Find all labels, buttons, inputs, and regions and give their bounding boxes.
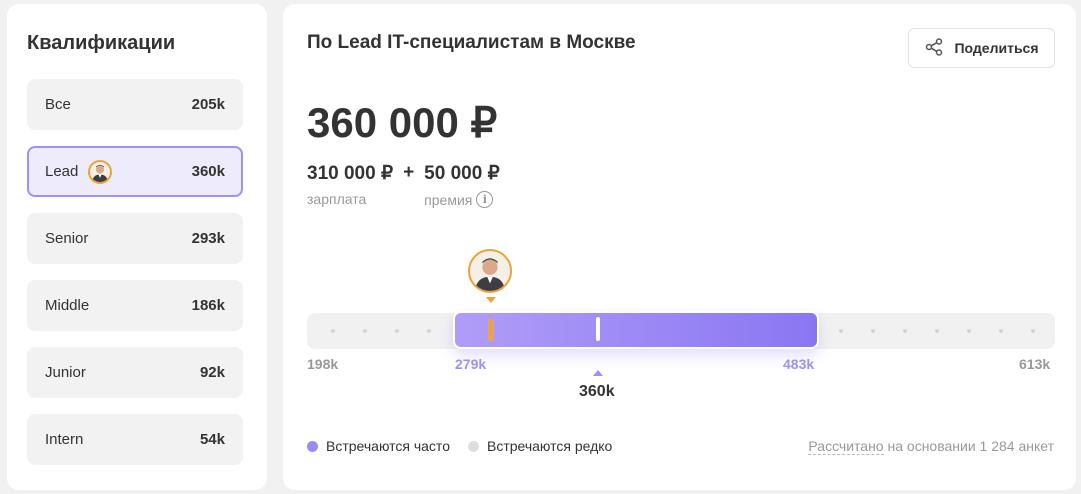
frequent-range-bar [453,311,819,349]
qualifications-title: Квалификации [27,32,176,54]
qual-item-value: 293k [191,230,225,247]
plus-sign: + [403,162,415,183]
your-salary-marker [488,319,494,341]
qual-item-label: Senior [45,230,89,247]
footnote: Рассчитано на основании 1 284 анкет [808,438,1054,455]
track-dot [935,329,939,333]
page-title: По Lead IT-специалистам в Москве [307,32,636,53]
legend-frequent-label: Встречаются часто [326,438,450,454]
track-dot [363,329,367,333]
qual-item-senior[interactable]: Senior 293k [27,213,243,264]
track-dot [1031,329,1035,333]
footnote-link[interactable]: Рассчитано [808,438,884,455]
avatar-icon [468,249,512,293]
legend-rare-label: Встречаются редко [486,438,613,454]
salary-panel: По Lead IT-специалистам в Москве Поделит… [283,4,1076,490]
qual-item-value: 54k [199,431,225,448]
range-max-label: 613k [1019,356,1051,372]
track-dot [331,329,335,333]
qual-item-label: Junior [45,364,86,381]
qualifications-panel: Квалификации Все 205k Lead 360k Senior 2… [7,4,267,490]
qual-item-label: Intern [45,431,84,448]
qual-item-name-wrap: Lead [45,159,113,184]
bonus-column: 50 000 ₽ премия i [424,162,500,208]
track-dot [395,329,399,333]
qual-item-lead[interactable]: Lead 360k [27,146,243,197]
qual-item-all[interactable]: Все 205k [27,79,243,130]
footnote-text: на основании 1 284 анкет [883,438,1054,454]
track-dot [871,329,875,333]
plus-column: + [403,162,414,208]
total-salary: 360 000 ₽ [307,99,498,146]
range-low-label: 279k [455,356,487,372]
bonus-label: премия [424,191,473,208]
qual-item-label: Middle [45,297,90,314]
share-button[interactable]: Поделиться [908,28,1055,68]
salary-label: зарплата [307,191,367,207]
qual-item-value: 186k [191,297,225,314]
track-dot [999,329,1003,333]
salary-range-track [307,311,1055,349]
salary-value: 310 000 ₽ [307,163,394,184]
qual-item-intern[interactable]: Intern 54k [27,414,243,465]
qual-item-label: Все [45,96,71,113]
qual-item-middle[interactable]: Middle 186k [27,280,243,331]
median-arrow [593,370,603,376]
qual-item-value: 92k [199,364,225,381]
avatar-icon [88,159,113,184]
qual-item-junior[interactable]: Junior 92k [27,347,243,398]
range-min-label: 198k [307,356,339,372]
your-position-marker [468,249,512,295]
bonus-label-wrap: премия i [424,191,499,208]
qual-item-label: Lead [45,163,79,180]
bonus-value: 50 000 ₽ [424,163,500,184]
legend-rare: Встречаются редко [467,438,613,454]
qual-item-value: 205k [191,96,225,113]
legend-rare-dot [467,440,479,452]
your-position-arrow [486,297,496,303]
track-dot [903,329,907,333]
salary-column: 310 000 ₽ зарплата [307,162,393,208]
qualifications-list: Все 205k Lead 360k Senior 293k Middle 18… [27,79,243,481]
share-button-label: Поделиться [954,40,1039,56]
legend-frequent-dot [307,440,318,452]
range-high-label: 483k [783,356,815,372]
share-icon [924,37,944,60]
track-dot [427,329,431,333]
legend-frequent: Встречаются часто [307,438,450,454]
info-icon[interactable]: i [476,191,494,208]
salary-breakdown: 310 000 ₽ зарплата + 50 000 ₽ премия i [307,162,500,208]
track-dot [967,329,971,333]
qual-item-value: 360k [191,163,225,180]
median-label: 360k [579,383,615,400]
track-dot [839,329,843,333]
legend: Встречаются часто Встречаются редко [307,438,612,454]
median-marker [596,317,600,341]
